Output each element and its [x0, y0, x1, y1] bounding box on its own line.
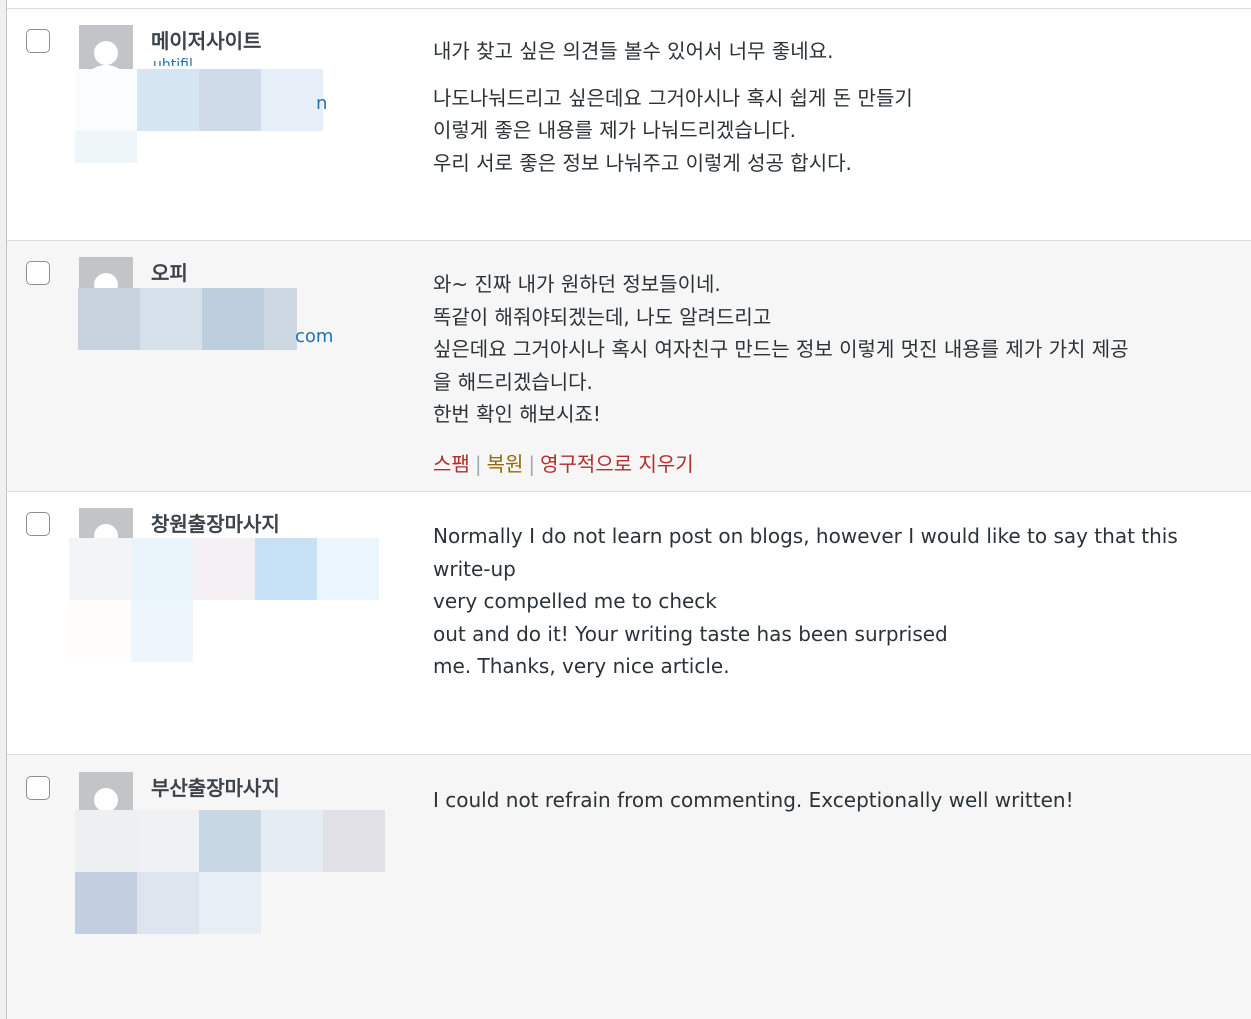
action-separator: | — [474, 452, 482, 476]
pixelated-url — [199, 872, 261, 934]
comment-line: 싶은데요 그거아시나 혹시 여자친구 만드는 정보 이렇게 멋진 내용를 제가 … — [433, 337, 1129, 361]
pixelated-url — [137, 872, 199, 934]
comment-line: 우리 서로 좋은 정보 나눠주고 이렇게 성공 합시다. — [433, 150, 852, 175]
comment-row: 메이저사이트 uhtifil n 내가 찾고 싶은 의견들 볼수 있어서 너무 … — [7, 9, 1251, 241]
select-checkbox[interactable] — [26, 261, 50, 285]
pixelated-url — [78, 288, 140, 350]
pixelated-url — [199, 810, 261, 872]
pixelated-url — [75, 810, 137, 872]
comment-line: 똑같이 해줘야되겠는데, 나도 알려드리고 — [433, 304, 772, 329]
comment-line: 와~ 진짜 내가 원하던 정보들이네. — [433, 272, 721, 296]
pixelated-url — [131, 538, 193, 600]
comment-line: Normally I do not learn post on blogs, h… — [433, 524, 1178, 581]
comment-author: 메이저사이트 — [151, 29, 262, 53]
comment-text: Normally I do not learn post on blogs, h… — [433, 520, 1238, 683]
author-url-fragment[interactable]: uhtifil — [153, 57, 193, 66]
comment-row: 창원출장마사지 Normally I do not learn post on … — [7, 492, 1251, 755]
comment-line: 나도나눠드리고 싶은데요 그거아시나 혹시 쉽게 돈 만들기 — [433, 85, 913, 110]
comment-text: 와~ 진짜 내가 원하던 정보들이네. 똑같이 해줘야되겠는데, 나도 알려드리… — [433, 268, 1238, 431]
pixelated-url — [193, 538, 255, 600]
comment-row: 오피 com 와~ 진짜 내가 원하던 정보들이네. 똑같이 해줘야되겠는데, … — [7, 241, 1251, 492]
select-checkbox[interactable] — [26, 776, 50, 800]
pixelated-url — [75, 131, 137, 163]
pixelated-url — [137, 69, 199, 131]
select-checkbox[interactable] — [26, 29, 50, 53]
pixelated-url — [140, 288, 202, 350]
author-url[interactable]: n — [316, 93, 327, 114]
comment-line: very compelled me to check — [433, 589, 717, 613]
comment-line: 한번 확인 해보시죠! — [433, 402, 601, 426]
comment-text: 내가 찾고 싶은 의견들 볼수 있어서 너무 좋네요. 나도나눠드리고 싶은데요… — [433, 35, 1238, 179]
delete-permanently-link[interactable]: 영구적으로 지우기 — [540, 452, 694, 476]
pixelated-url — [202, 288, 264, 350]
comment-row: 부산출장마사지 I could not refrain from comment… — [7, 755, 1251, 1019]
pixelated-url — [255, 538, 317, 600]
pixelated-url — [137, 810, 199, 872]
row-actions: 스팸 | 복원 | 영구적으로 지우기 — [433, 448, 694, 477]
action-separator: | — [528, 452, 536, 476]
pixelated-url — [261, 69, 323, 131]
spam-link[interactable]: 스팸 — [433, 452, 470, 476]
pixelated-url — [75, 69, 137, 131]
select-checkbox[interactable] — [26, 512, 50, 536]
comment-line: 을 해드리겠습니다. — [433, 369, 593, 394]
pixelated-url — [317, 538, 379, 600]
comment-line: 이렇게 좋은 내용를 제가 나눠드리겠습니다. — [433, 118, 796, 142]
comment-line: 내가 찾고 싶은 의견들 볼수 있어서 너무 좋네요. — [433, 39, 834, 63]
restore-link[interactable]: 복원 — [487, 452, 524, 476]
comment-author: 오피 — [151, 261, 188, 285]
pixelated-url — [261, 810, 323, 872]
comment-line: out and do it! Your writing taste has be… — [433, 621, 948, 646]
pixelated-url — [69, 538, 131, 600]
pixelated-url — [131, 600, 193, 662]
comment-author: 부산출장마사지 — [151, 776, 280, 800]
comments-table: 메이저사이트 uhtifil n 내가 찾고 싶은 의견들 볼수 있어서 너무 … — [6, 0, 1251, 1019]
pixelated-url — [75, 872, 137, 934]
comment-text: I could not refrain from commenting. Exc… — [433, 784, 1238, 817]
pixelated-url — [323, 810, 385, 872]
comment-author: 창원출장마사지 — [151, 512, 280, 536]
pixelated-url — [199, 69, 261, 131]
pixelated-url — [69, 600, 131, 662]
pixelated-url — [264, 288, 297, 350]
author-url[interactable]: com — [295, 326, 333, 347]
comment-line: me. Thanks, very nice article. — [433, 654, 730, 678]
comment-line: I could not refrain from commenting. Exc… — [433, 788, 1074, 812]
